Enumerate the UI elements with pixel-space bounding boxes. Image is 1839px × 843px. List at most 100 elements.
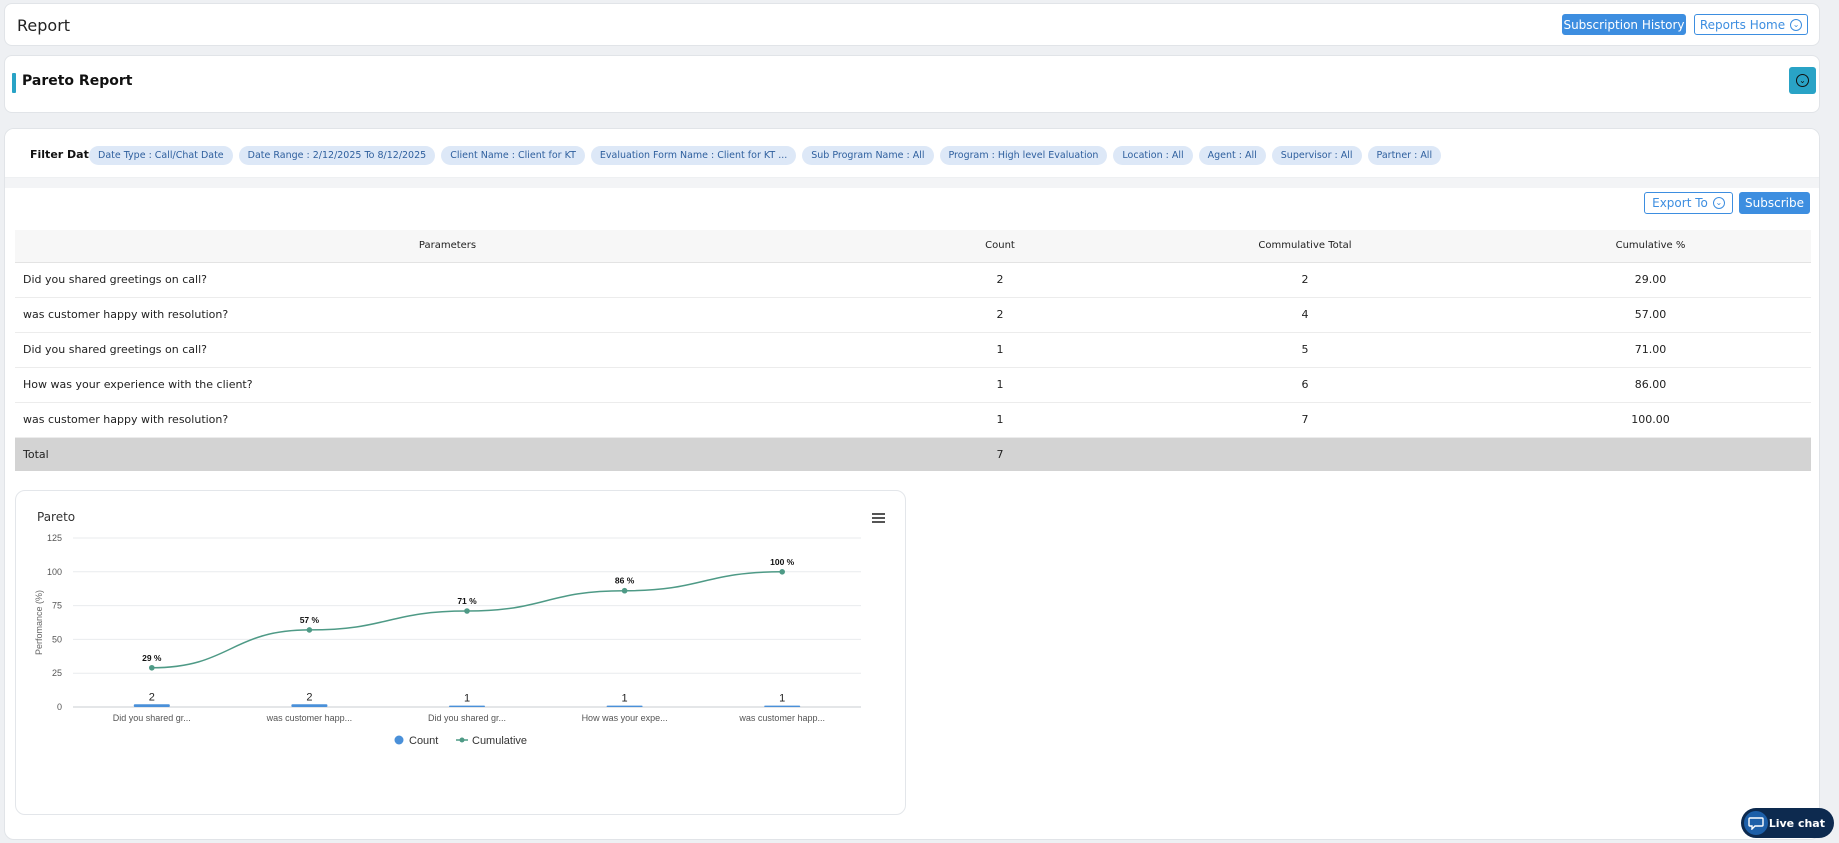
table-row: Did you shared greetings on call? 1 5 71… bbox=[15, 332, 1811, 368]
bar-data-label: 2 bbox=[149, 691, 155, 703]
cumulative-point bbox=[621, 587, 628, 594]
cell-cumulative-percent: 57.00 bbox=[1490, 297, 1811, 333]
pareto-chart-card: Pareto 0 25 50 75 100 125 Perfomance (%) 2 2 1 1 1 2… bbox=[15, 490, 906, 815]
filter-chip-date-type[interactable]: Date Type : Call/Chat Date bbox=[89, 146, 233, 165]
cumulative-point bbox=[779, 569, 785, 575]
count-bar bbox=[764, 705, 801, 707]
filter-chip-agent[interactable]: Agent : All bbox=[1198, 146, 1266, 165]
pareto-table: Parameters Count Commulative Total Cumul… bbox=[15, 230, 1811, 471]
chevron-down-icon: ⌄ bbox=[1712, 197, 1725, 209]
legend-count-marker bbox=[394, 735, 404, 745]
cumulative-point bbox=[306, 627, 313, 633]
cell-count: 1 bbox=[880, 332, 1120, 368]
cell-commulative-total: 4 bbox=[1120, 297, 1490, 333]
bar-data-label: 2 bbox=[306, 691, 312, 703]
cell-commulative-total: 6 bbox=[1120, 367, 1490, 403]
cell-count: 2 bbox=[880, 297, 1120, 333]
subscribe-button[interactable]: Subscribe bbox=[1739, 192, 1810, 214]
y-tick-label: 100 bbox=[47, 567, 62, 577]
report-content: Filter Data Date Type : Call/Chat Date D… bbox=[4, 128, 1820, 840]
cumulative-line bbox=[151, 571, 783, 669]
cell-count: 1 bbox=[880, 402, 1120, 438]
filter-bar: Filter Data Date Type : Call/Chat Date D… bbox=[5, 129, 1819, 178]
bar-data-label: 1 bbox=[622, 693, 628, 705]
report-header: Report Subscription History Reports Home… bbox=[4, 3, 1820, 46]
y-tick-label: 125 bbox=[47, 533, 62, 543]
x-tick-label: was customer happ... bbox=[738, 713, 825, 723]
cell-cumulative-percent: 29.00 bbox=[1490, 262, 1811, 298]
table-row: was customer happy with resolution? 2 4 … bbox=[15, 297, 1811, 333]
column-header-cumulative-percent[interactable]: Cumulative % bbox=[1490, 230, 1811, 263]
subscription-history-button[interactable]: Subscription History bbox=[1562, 14, 1686, 35]
count-bar bbox=[449, 705, 485, 707]
cell-commulative-total: 2 bbox=[1120, 262, 1490, 298]
count-bar bbox=[133, 704, 170, 707]
y-tick-label: 0 bbox=[57, 702, 62, 712]
cell-cumulative-percent: 71.00 bbox=[1490, 332, 1811, 368]
total-empty-cell bbox=[1490, 437, 1811, 471]
live-chat-button[interactable]: Live chat bbox=[1741, 808, 1834, 838]
collapse-toggle-button[interactable]: ⌄ bbox=[1789, 67, 1816, 94]
filter-chips: Date Type : Call/Chat Date Date Range : … bbox=[89, 146, 1442, 165]
filter-chip-location[interactable]: Location : All bbox=[1113, 146, 1193, 165]
reports-home-button[interactable]: Reports Home ⌄ bbox=[1694, 14, 1808, 35]
filter-chip-client-name[interactable]: Client Name : Client for KT bbox=[441, 146, 585, 165]
table-row: was customer happy with resolution? 1 7 … bbox=[15, 402, 1811, 438]
legend-count-label: Count bbox=[409, 735, 438, 747]
column-header-count[interactable]: Count bbox=[880, 230, 1120, 263]
chat-bubble-icon bbox=[1742, 809, 1770, 837]
filter-chip-supervisor[interactable]: Supervisor : All bbox=[1271, 146, 1362, 165]
filter-label: Filter Data bbox=[30, 148, 97, 161]
cumulative-point bbox=[464, 608, 470, 614]
cell-parameter: Did you shared greetings on call? bbox=[15, 332, 880, 368]
cell-parameter: How was your experience with the client? bbox=[15, 367, 880, 403]
bar-data-label: 1 bbox=[464, 693, 470, 705]
cell-commulative-total: 7 bbox=[1120, 402, 1490, 438]
filter-chip-date-range[interactable]: Date Range : 2/12/2025 To 8/12/2025 bbox=[238, 146, 436, 165]
cell-cumulative-percent: 100.00 bbox=[1490, 402, 1811, 438]
filter-chip-program[interactable]: Program : High level Evaluation bbox=[939, 146, 1108, 165]
line-data-label: 100 % bbox=[770, 557, 795, 567]
subscription-history-label: Subscription History bbox=[1563, 17, 1685, 32]
filter-divider bbox=[5, 178, 1819, 188]
cell-parameter: Did you shared greetings on call? bbox=[15, 262, 880, 298]
total-count: 7 bbox=[880, 437, 1120, 471]
legend-cumulative-marker bbox=[459, 737, 465, 743]
line-data-label: 57 % bbox=[300, 615, 320, 625]
column-header-parameters[interactable]: Parameters bbox=[15, 230, 880, 263]
table-row: Did you shared greetings on call? 2 2 29… bbox=[15, 262, 1811, 298]
filter-chip-partner[interactable]: Partner : All bbox=[1367, 146, 1442, 165]
line-data-label: 86 % bbox=[615, 576, 635, 586]
table-total-row: Total 7 bbox=[15, 437, 1811, 471]
count-bar bbox=[291, 704, 328, 707]
cell-count: 1 bbox=[880, 367, 1120, 403]
x-tick-label: Did you shared gr... bbox=[113, 713, 191, 723]
page-title: Report bbox=[17, 16, 71, 35]
subscribe-label: Subscribe bbox=[1745, 196, 1804, 210]
section-bar: Pareto Report ⌄ bbox=[4, 55, 1820, 113]
filter-chip-evaluation-form[interactable]: Evaluation Form Name : Client for KT ... bbox=[590, 146, 797, 165]
x-tick-label: Did you shared gr... bbox=[428, 713, 506, 723]
pareto-chart: 0 25 50 75 100 125 Perfomance (%) 2 2 1 1 1 29 % 57 %… bbox=[34, 533, 861, 747]
column-header-commulative-total[interactable]: Commulative Total bbox=[1120, 230, 1490, 263]
line-data-label: 71 % bbox=[457, 596, 477, 606]
export-to-button[interactable]: Export To ⌄ bbox=[1644, 192, 1733, 214]
total-label: Total bbox=[15, 437, 880, 471]
legend-cumulative-label: Cumulative bbox=[472, 735, 527, 747]
chevron-down-icon: ⌄ bbox=[1790, 18, 1803, 31]
cell-cumulative-percent: 86.00 bbox=[1490, 367, 1811, 403]
filter-chip-sub-program[interactable]: Sub Program Name : All bbox=[802, 146, 934, 165]
x-tick-label: How was your expe... bbox=[582, 713, 668, 723]
live-chat-label: Live chat bbox=[1768, 816, 1825, 830]
chevron-down-icon: ⌄ bbox=[1796, 74, 1809, 87]
count-bar bbox=[606, 705, 643, 707]
line-data-label: 29 % bbox=[142, 653, 162, 663]
table-row: How was your experience with the client?… bbox=[15, 367, 1811, 403]
section-accent bbox=[12, 73, 16, 93]
bar-data-label: 1 bbox=[779, 693, 785, 705]
cell-count: 2 bbox=[880, 262, 1120, 298]
cumulative-point bbox=[149, 664, 155, 671]
cell-parameter: was customer happy with resolution? bbox=[15, 402, 880, 438]
section-title: Pareto Report bbox=[22, 73, 133, 89]
y-tick-label: 50 bbox=[52, 634, 62, 644]
